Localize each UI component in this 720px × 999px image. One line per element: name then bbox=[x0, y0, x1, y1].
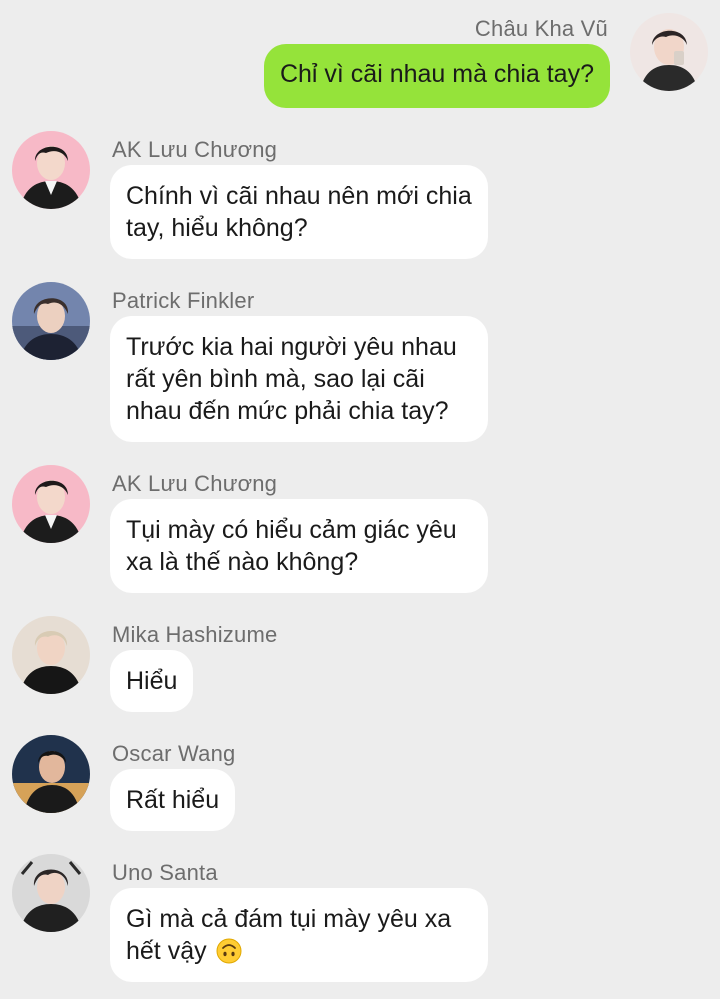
message-bubble[interactable]: Gì mà cả đám tụi mày yêu xa hết vậy bbox=[110, 888, 488, 982]
message-bubble[interactable]: Chỉ vì cãi nhau mà chia tay? bbox=[263, 44, 610, 108]
message-bubble[interactable]: Trước kia hai người yêu nhau rất yên bìn… bbox=[110, 316, 488, 442]
avatar-mika-hashizume[interactable] bbox=[12, 616, 90, 694]
sender-name: Patrick Finkler bbox=[112, 288, 255, 313]
sender-name: AK Lưu Chương bbox=[112, 137, 278, 162]
avatar-image bbox=[12, 854, 90, 932]
avatar-chau-kha-vu[interactable] bbox=[630, 13, 708, 91]
avatar-image bbox=[630, 13, 708, 91]
avatar-ak-luu-chuong[interactable] bbox=[12, 465, 90, 543]
avatar-patrick-finkler[interactable] bbox=[12, 282, 90, 360]
avatar-image bbox=[12, 735, 90, 813]
message-bubble[interactable]: Hiểu bbox=[110, 650, 194, 712]
chat-thread[interactable]: Châu Kha Vũ Chỉ vì cãi nhau mà chia tay?… bbox=[0, 0, 720, 999]
message-text: Gì mà cả đám tụi mày yêu xa hết vậy bbox=[126, 905, 452, 965]
message-bubble[interactable]: Rất hiểu bbox=[110, 769, 236, 831]
avatar-image bbox=[12, 616, 90, 694]
sender-name: AK Lưu Chương bbox=[112, 471, 278, 496]
sender-name: Châu Kha Vũ bbox=[474, 16, 608, 41]
sender-name: Oscar Wang bbox=[112, 741, 236, 766]
avatar-uno-santa[interactable] bbox=[12, 854, 90, 932]
sender-name: Uno Santa bbox=[112, 860, 218, 885]
avatar-image bbox=[12, 282, 90, 360]
message-bubble[interactable]: Tụi mày có hiểu cảm giác yêu xa là thế n… bbox=[110, 499, 488, 593]
avatar-image bbox=[12, 131, 90, 209]
sender-name: Mika Hashizume bbox=[112, 622, 278, 647]
upside-down-face-emoji bbox=[216, 938, 242, 964]
avatar-ak-luu-chuong[interactable] bbox=[12, 131, 90, 209]
message-bubble[interactable]: Chính vì cãi nhau nên mới chia tay, hiểu… bbox=[110, 165, 488, 259]
avatar-oscar-wang[interactable] bbox=[12, 735, 90, 813]
avatar-image bbox=[12, 465, 90, 543]
